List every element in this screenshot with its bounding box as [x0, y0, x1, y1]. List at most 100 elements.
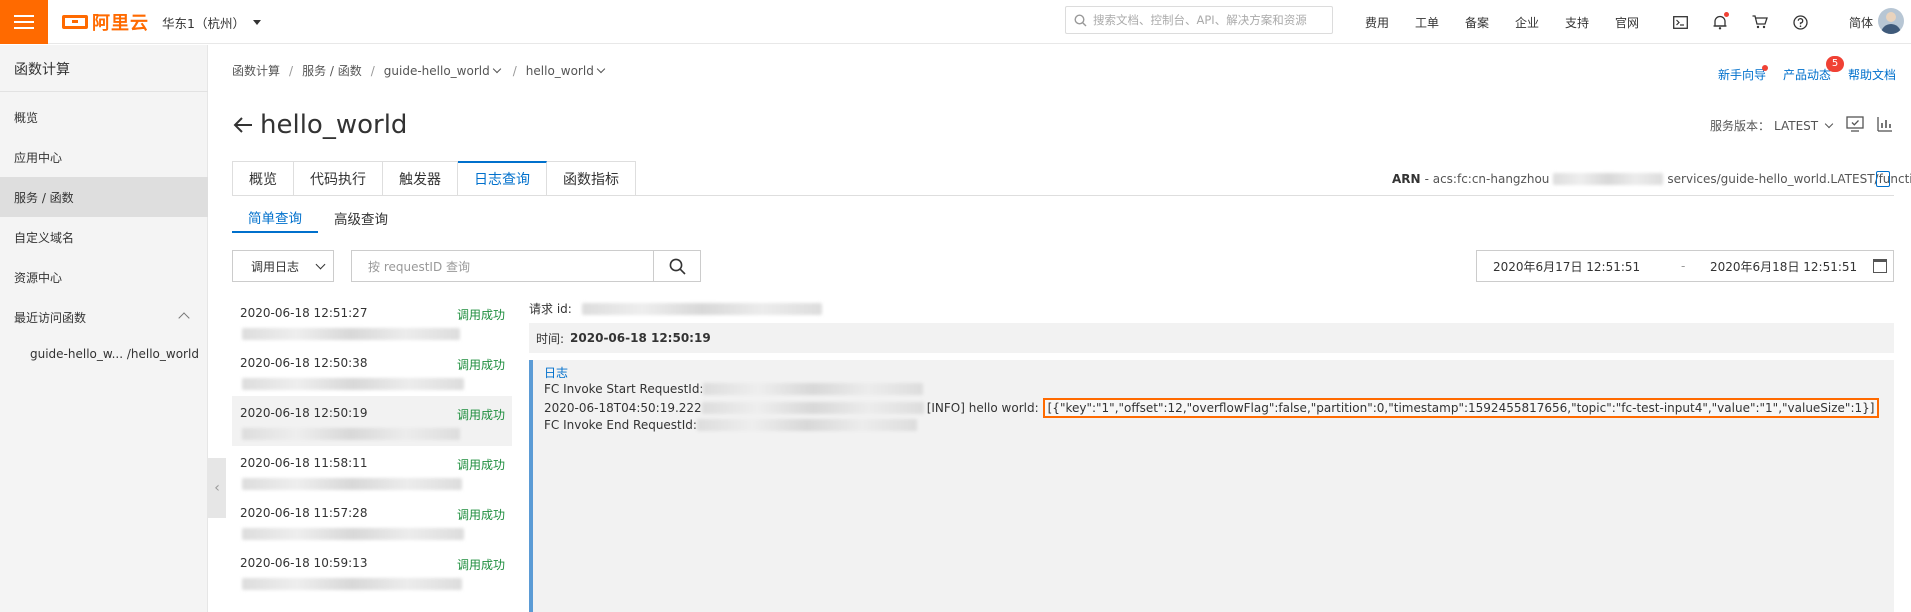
- top-link-support[interactable]: 支持: [1552, 14, 1602, 31]
- tab-code[interactable]: 代码执行: [294, 161, 383, 196]
- search-icon: [1074, 13, 1087, 26]
- list-item[interactable]: 2020-06-18 12:51:27 调用成功: [232, 296, 512, 346]
- request-id-placeholder: 按 requestID 查询: [368, 259, 471, 274]
- sidebar-item-overview[interactable]: 概览: [0, 97, 208, 137]
- tab-overview[interactable]: 概览: [232, 161, 294, 196]
- log-line-end: FC Invoke End RequestId:: [544, 418, 917, 432]
- chevron-down-icon: [1824, 119, 1834, 129]
- sidebar: 函数计算 概览 应用中心 服务 / 函数 自定义域名 资源中心 最近访问函数 g…: [0, 45, 208, 612]
- top-link-enterprise[interactable]: 企业: [1502, 14, 1552, 31]
- sidebar-item-recent-functions[interactable]: 最近访问函数: [0, 297, 208, 337]
- page-title: hello_world: [260, 110, 408, 140]
- guide-dot: [1762, 65, 1768, 71]
- log-line-info: 2020-06-18T04:50:19.222 [INFO] hello wor…: [544, 398, 1880, 418]
- help-docs-link[interactable]: 帮助文档: [1848, 66, 1896, 83]
- date-end[interactable]: 2020年6月18日 12:51:51: [1710, 258, 1857, 275]
- language-switch[interactable]: 简体: [1849, 14, 1873, 31]
- log-time: 2020-06-18 12:51:27: [240, 306, 368, 320]
- request-id-row: 请求 id:: [529, 300, 822, 317]
- chevron-down-icon: [315, 259, 326, 269]
- bar-chart-icon[interactable]: [1875, 114, 1895, 134]
- arn-prefix: - acs:fc:cn-hangzhou: [1424, 172, 1550, 186]
- sidebar-item-custom-domain[interactable]: 自定义域名: [0, 217, 208, 257]
- hamburger-menu-icon[interactable]: [0, 0, 48, 44]
- sidebar-item-label: 服务 / 函数: [14, 190, 74, 205]
- brand-logo[interactable]: 阿里云: [62, 11, 149, 34]
- sidebar-item-label: 应用中心: [14, 150, 63, 165]
- date-range-picker[interactable]: 2020年6月17日 12:51:51 - 2020年6月18日 12:51:5…: [1476, 250, 1894, 282]
- product-news-link[interactable]: 产品动态: [1783, 66, 1831, 83]
- global-search-input[interactable]: 搜索文档、控制台、API、解决方案和资源: [1065, 6, 1333, 34]
- log-type-value: 调用日志: [251, 259, 300, 274]
- top-links: 费用 工单 备案 企业 支持 官网: [1352, 0, 1652, 44]
- list-item[interactable]: 2020-06-18 11:58:11 调用成功: [232, 446, 512, 496]
- region-selector[interactable]: 华东1（杭州）: [162, 13, 261, 32]
- redacted-block: [242, 528, 464, 540]
- list-item[interactable]: 2020-06-18 12:50:38 调用成功: [232, 346, 512, 396]
- breadcrumb-item-fc[interactable]: 函数计算: [232, 62, 280, 79]
- log-status: 调用成功: [457, 308, 506, 322]
- log-line-start: FC Invoke Start RequestId:: [544, 382, 924, 396]
- brand-name: 阿里云: [92, 13, 149, 34]
- breadcrumb-item-function[interactable]: hello_world: [526, 64, 608, 78]
- guide-link[interactable]: 新手向导: [1718, 66, 1766, 83]
- sidebar-item-resource-center[interactable]: 资源中心: [0, 257, 208, 297]
- log-line-text: 2020-06-18T04:50:19.222: [544, 401, 702, 415]
- top-link-ticket[interactable]: 工单: [1402, 14, 1452, 31]
- help-icon[interactable]: [1780, 0, 1820, 44]
- list-item[interactable]: 2020-06-18 12:50:19 调用成功: [232, 396, 512, 446]
- log-section-label: 日志: [544, 366, 569, 380]
- sidebar-item-label: 资源中心: [14, 270, 63, 285]
- log-time: 2020-06-18 11:57:28: [240, 506, 368, 520]
- log-status: 调用成功: [457, 508, 506, 522]
- log-status: 调用成功: [457, 358, 506, 372]
- recent-function-link[interactable]: guide-hello_w... /hello_world: [30, 347, 199, 361]
- aliyun-logo-icon: [62, 15, 88, 29]
- calendar-icon[interactable]: [1873, 259, 1887, 273]
- redacted-block: [696, 419, 917, 431]
- breadcrumb-item-services[interactable]: 服务 / 函数: [302, 62, 362, 79]
- bell-icon[interactable]: [1700, 0, 1740, 44]
- date-start[interactable]: 2020年6月17日 12:51:51: [1493, 258, 1640, 275]
- cart-icon[interactable]: [1740, 0, 1780, 44]
- log-time: 2020-06-18 10:59:13: [240, 556, 368, 570]
- log-level-text: [INFO] hello world:: [926, 401, 1039, 415]
- subtab-advanced-query[interactable]: 高级查询: [318, 203, 404, 233]
- sidebar-item-services-functions[interactable]: 服务 / 函数: [0, 177, 208, 217]
- list-item[interactable]: 2020-06-18 10:59:13 调用成功: [232, 546, 512, 596]
- sidebar-collapse-handle[interactable]: ‹: [208, 458, 226, 518]
- top-link-billing[interactable]: 费用: [1352, 14, 1402, 31]
- function-tabs: 概览 代码执行 触发器 日志查询 函数指标: [232, 161, 636, 196]
- top-link-icp[interactable]: 备案: [1452, 14, 1502, 31]
- breadcrumb-separator: /: [512, 63, 517, 78]
- region-label: 华东1（杭州）: [162, 16, 245, 31]
- redacted-block: [242, 578, 462, 590]
- sidebar-item-label: 最近访问函数: [14, 310, 87, 325]
- top-link-official[interactable]: 官网: [1602, 14, 1652, 31]
- breadcrumb: 函数计算 / 服务 / 函数 / guide-hello_world / hel…: [232, 62, 608, 79]
- avatar[interactable]: [1878, 8, 1904, 34]
- search-button[interactable]: [653, 250, 701, 282]
- sidebar-item-label: 概览: [14, 110, 39, 125]
- request-id-input[interactable]: 按 requestID 查询: [351, 250, 654, 282]
- global-search-placeholder: 搜索文档、控制台、API、解决方案和资源: [1093, 13, 1307, 27]
- redacted-block: [242, 428, 460, 440]
- subtab-simple-query[interactable]: 简单查询: [232, 203, 318, 233]
- tab-triggers[interactable]: 触发器: [383, 161, 458, 196]
- service-version-selector[interactable]: 服务版本： LATEST: [1710, 117, 1836, 134]
- log-type-select[interactable]: 调用日志: [232, 250, 334, 282]
- copy-icon[interactable]: [1876, 171, 1890, 187]
- back-arrow-icon[interactable]: [232, 114, 254, 136]
- tab-logs[interactable]: 日志查询: [458, 161, 547, 196]
- terminal-icon[interactable]: [1660, 0, 1700, 44]
- tab-metrics[interactable]: 函数指标: [547, 161, 636, 196]
- time-row: 时间: 2020-06-18 12:50:19: [529, 323, 1894, 353]
- query-subtabs: 简单查询 高级查询: [232, 203, 404, 233]
- arn-suffix: services/guide-hello_world.LATEST/functi…: [1667, 172, 1911, 186]
- monitor-check-icon[interactable]: [1845, 114, 1865, 134]
- list-item[interactable]: 2020-06-18 11:57:28 调用成功: [232, 496, 512, 546]
- search-icon: [669, 258, 686, 275]
- sidebar-item-app-center[interactable]: 应用中心: [0, 137, 208, 177]
- breadcrumb-item-service[interactable]: guide-hello_world: [384, 64, 504, 78]
- log-line-text: FC Invoke End RequestId:: [544, 418, 697, 432]
